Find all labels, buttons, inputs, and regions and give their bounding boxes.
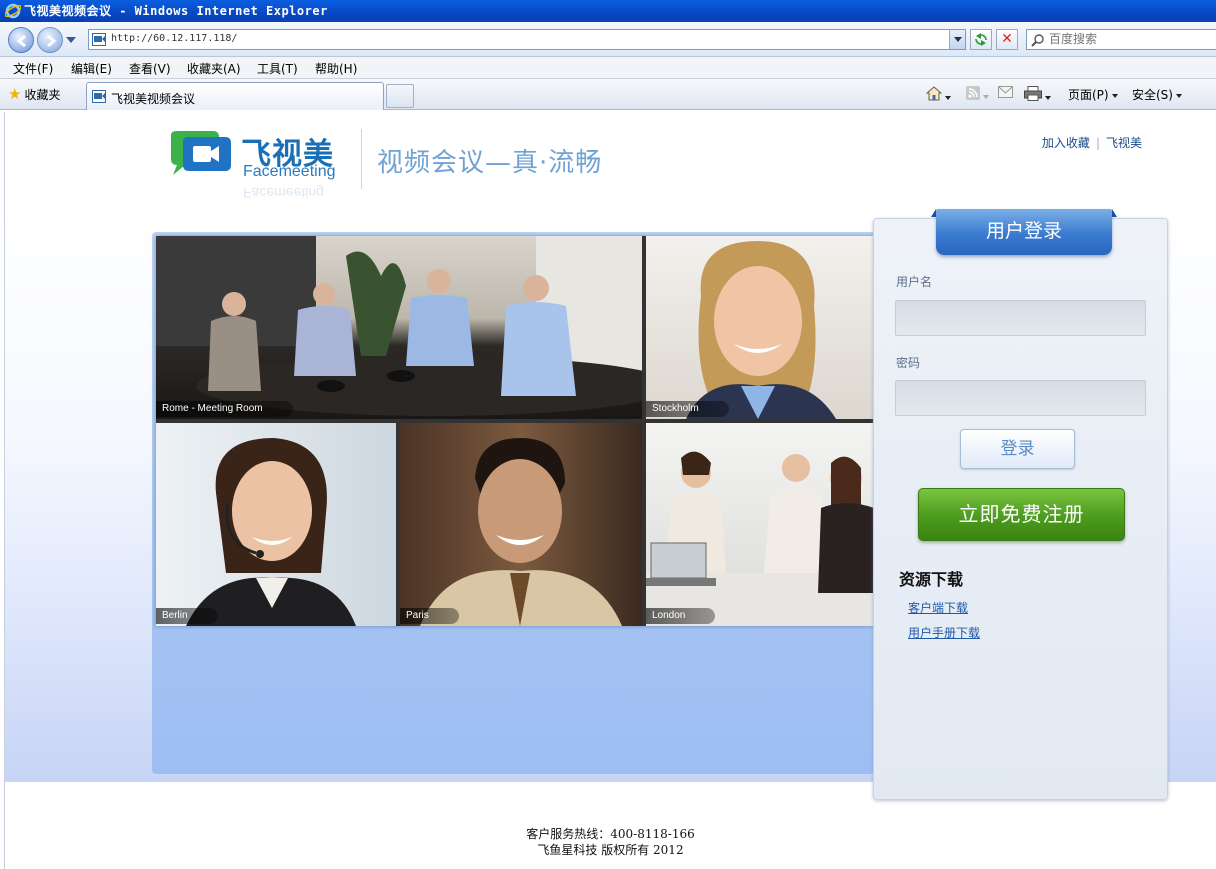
login-panel: 用户登录 用户名 密码 登录 立即免费注册 资源下载 客户端下载 用户手册下载	[873, 209, 1168, 800]
favorites-button[interactable]: ★ 收藏夹	[8, 85, 60, 103]
logo-reflection: Facemeeting	[243, 185, 324, 201]
command-bar: 页面(P) 安全(S)	[925, 86, 1208, 104]
menu-help[interactable]: 帮助(H)	[315, 60, 357, 77]
password-label: 密码	[896, 356, 921, 370]
link-separator: |	[1095, 136, 1100, 150]
feeds-button[interactable]	[966, 86, 989, 103]
login-title: 用户登录	[931, 209, 1117, 255]
photo-caption: London	[646, 608, 716, 624]
print-button[interactable]	[1024, 86, 1051, 104]
page-icon	[92, 90, 106, 103]
search-box[interactable]	[1026, 29, 1216, 50]
search-input[interactable]	[1049, 32, 1209, 46]
register-button[interactable]: 立即免费注册	[918, 488, 1125, 541]
menu-view[interactable]: 查看(V)	[129, 60, 171, 77]
menu-bar: 文件(F) 编辑(E) 查看(V) 收藏夹(A) 工具(T) 帮助(H)	[0, 57, 1216, 79]
photo-stockholm: Stockholm	[646, 236, 874, 419]
add-favorite-link[interactable]: 加入收藏	[1042, 136, 1090, 150]
brand-link[interactable]: 飞视美	[1106, 136, 1142, 150]
forward-arrow-icon	[47, 34, 57, 48]
menu-tools[interactable]: 工具(T)	[257, 60, 298, 77]
menu-edit[interactable]: 编辑(E)	[71, 60, 112, 77]
header-links: 加入收藏 | 飞视美	[1036, 134, 1148, 151]
favorites-label: 收藏夹	[24, 88, 61, 102]
refresh-icon	[975, 33, 987, 46]
photo-caption: Paris	[400, 608, 459, 624]
page-icon	[92, 33, 106, 46]
stop-button[interactable]: ✕	[996, 29, 1018, 50]
tab-label: 飞视美视频会议	[111, 92, 196, 106]
portrait-illustration	[420, 438, 622, 626]
password-field[interactable]	[895, 380, 1146, 416]
site-slogan: 视频会议—真·流畅	[377, 148, 603, 178]
copyright-text: 飞鱼星科技 版权所有 2012	[537, 843, 684, 857]
rss-feed-icon	[966, 86, 980, 100]
portrait-illustration	[686, 241, 836, 419]
back-button[interactable]	[8, 27, 34, 53]
header-divider	[361, 129, 362, 189]
video-camera-logo-icon	[171, 131, 231, 175]
page-content: 飞视美 Facemeeting Facemeeting 视频会议—真·流畅 加入…	[5, 112, 1216, 869]
star-icon: ★	[8, 85, 22, 103]
service-hotline: 客户服务热线：400-8118-166	[526, 827, 695, 841]
safety-menu-label: 安全(S)	[1132, 88, 1173, 102]
mail-icon	[998, 86, 1013, 98]
login-button[interactable]: 登录	[960, 429, 1075, 469]
photo-rome: Rome - Meeting Room	[156, 236, 642, 419]
printer-icon	[1024, 86, 1042, 101]
refresh-button[interactable]	[970, 29, 992, 50]
stop-icon: ✕	[1001, 31, 1013, 47]
forward-button[interactable]	[37, 27, 63, 53]
photo-london: London	[646, 423, 874, 626]
portrait-illustration	[186, 438, 356, 626]
favorites-tab-bar: ★ 收藏夹 飞视美视频会议 页面(P) 安全(S)	[0, 79, 1216, 110]
home-icon	[925, 86, 943, 101]
page-menu-label: 页面(P)	[1068, 88, 1109, 102]
username-field[interactable]	[895, 300, 1146, 336]
page-footer: 客户服务热线：400-8118-166 飞鱼星科技 版权所有 2012	[5, 826, 1216, 858]
site-logo[interactable]: 飞视美 Facemeeting Facemeeting	[165, 127, 345, 207]
photo-paris: Paris	[400, 423, 642, 626]
client-download-link[interactable]: 客户端下载	[908, 599, 968, 616]
window-title: 飞视美视频会议 - Windows Internet Explorer	[24, 4, 328, 18]
home-button[interactable]	[925, 86, 951, 104]
username-label: 用户名	[896, 275, 933, 289]
video-conference-grid: Rome - Meeting Room Stockholm Berlin Par…	[156, 236, 874, 626]
menu-file[interactable]: 文件(F)	[13, 60, 53, 77]
photo-caption: Berlin	[156, 608, 218, 624]
read-mail-button[interactable]	[998, 86, 1013, 101]
window-title-bar: 飞视美视频会议 - Windows Internet Explorer	[0, 0, 1216, 22]
photo-caption: Rome - Meeting Room	[156, 401, 293, 417]
tab-active[interactable]: 飞视美视频会议	[86, 82, 384, 110]
manual-download-link[interactable]: 用户手册下载	[908, 624, 980, 641]
new-tab-button[interactable]	[386, 84, 414, 108]
page-menu-button[interactable]: 页面(P)	[1068, 86, 1118, 103]
office-meeting-illustration	[646, 451, 874, 626]
back-arrow-icon	[16, 34, 26, 48]
logo-english-text: Facemeeting	[243, 163, 336, 180]
photo-caption: Stockholm	[646, 401, 729, 417]
safety-menu-button[interactable]: 安全(S)	[1132, 86, 1182, 103]
address-bar: http://60.12.117.118/ ✕	[0, 22, 1216, 57]
internet-explorer-icon	[5, 3, 21, 19]
url-text[interactable]: http://60.12.117.118/	[111, 33, 237, 44]
search-icon	[1031, 34, 1044, 47]
address-field[interactable]: http://60.12.117.118/	[88, 29, 966, 50]
address-dropdown-button[interactable]	[949, 30, 965, 49]
meeting-room-illustration	[156, 236, 642, 416]
resources-title: 资源下载	[899, 570, 964, 589]
photo-berlin: Berlin	[156, 423, 396, 626]
menu-favorites[interactable]: 收藏夹(A)	[187, 60, 241, 77]
recent-pages-dropdown-icon[interactable]	[66, 37, 76, 43]
